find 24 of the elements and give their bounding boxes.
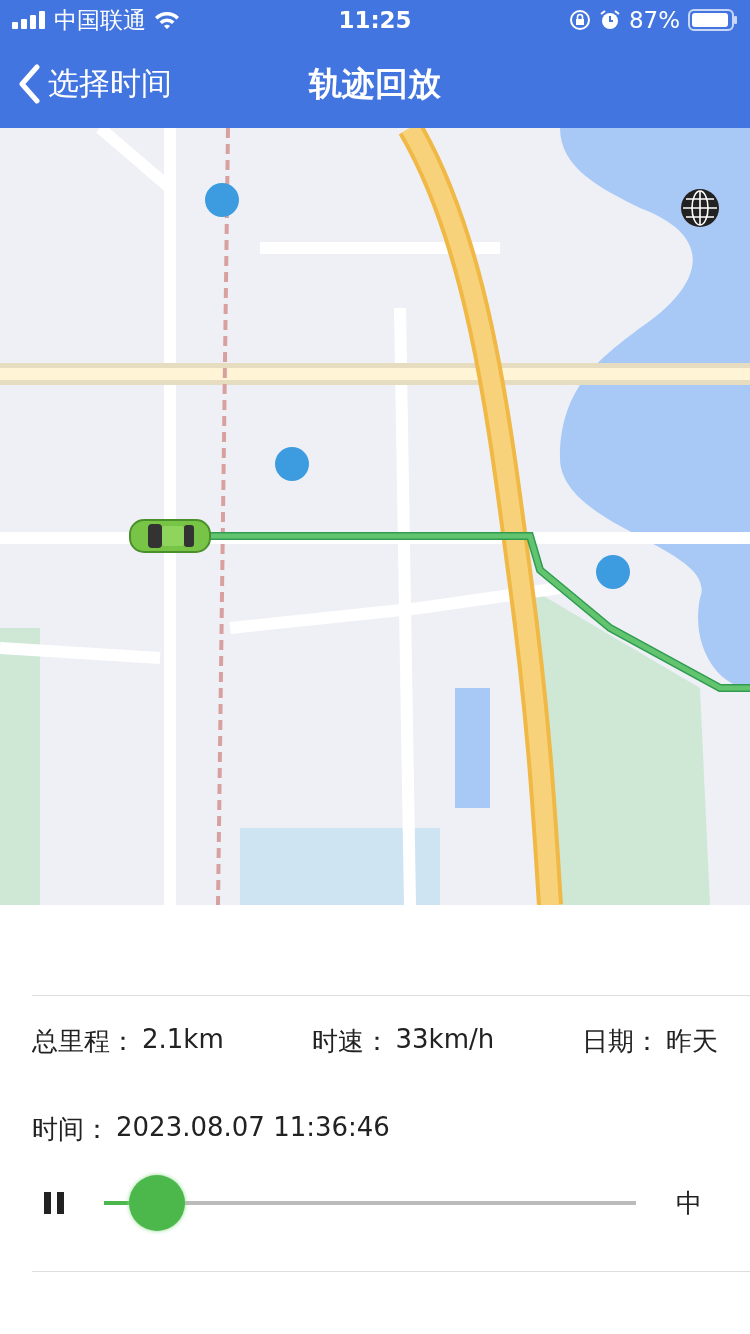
time-label: 时间： xyxy=(32,1113,110,1146)
stat-label: 总里程： xyxy=(32,1024,136,1058)
car-icon xyxy=(128,516,212,556)
signal-icon xyxy=(12,11,46,29)
globe-button[interactable] xyxy=(680,188,720,228)
stat-label: 日期： xyxy=(582,1024,660,1058)
slider-thumb[interactable] xyxy=(129,1175,186,1231)
pause-icon xyxy=(44,1192,64,1214)
rotation-lock-icon xyxy=(568,9,591,31)
clock-time: 11:25 xyxy=(338,7,412,33)
battery-icon xyxy=(688,9,738,31)
wifi-icon xyxy=(154,10,180,30)
battery-percent: 87% xyxy=(628,7,680,33)
stat-value: 2.1km xyxy=(142,1023,224,1056)
alarm-icon xyxy=(598,9,621,31)
time-value: 2023.08.07 11:36:46 xyxy=(116,1112,390,1144)
speed-button[interactable]: 中 xyxy=(676,1185,702,1221)
stat-value: 33km/h xyxy=(395,1023,495,1056)
back-button[interactable]: 选择时间 xyxy=(14,58,176,110)
stat-label: 时速： xyxy=(311,1024,390,1058)
page-title: 轨迹回放 xyxy=(309,63,441,105)
stat-value: 昨天 xyxy=(666,1024,718,1058)
carrier-name: 中国联通 xyxy=(54,5,146,35)
back-chevron-icon xyxy=(18,64,40,104)
